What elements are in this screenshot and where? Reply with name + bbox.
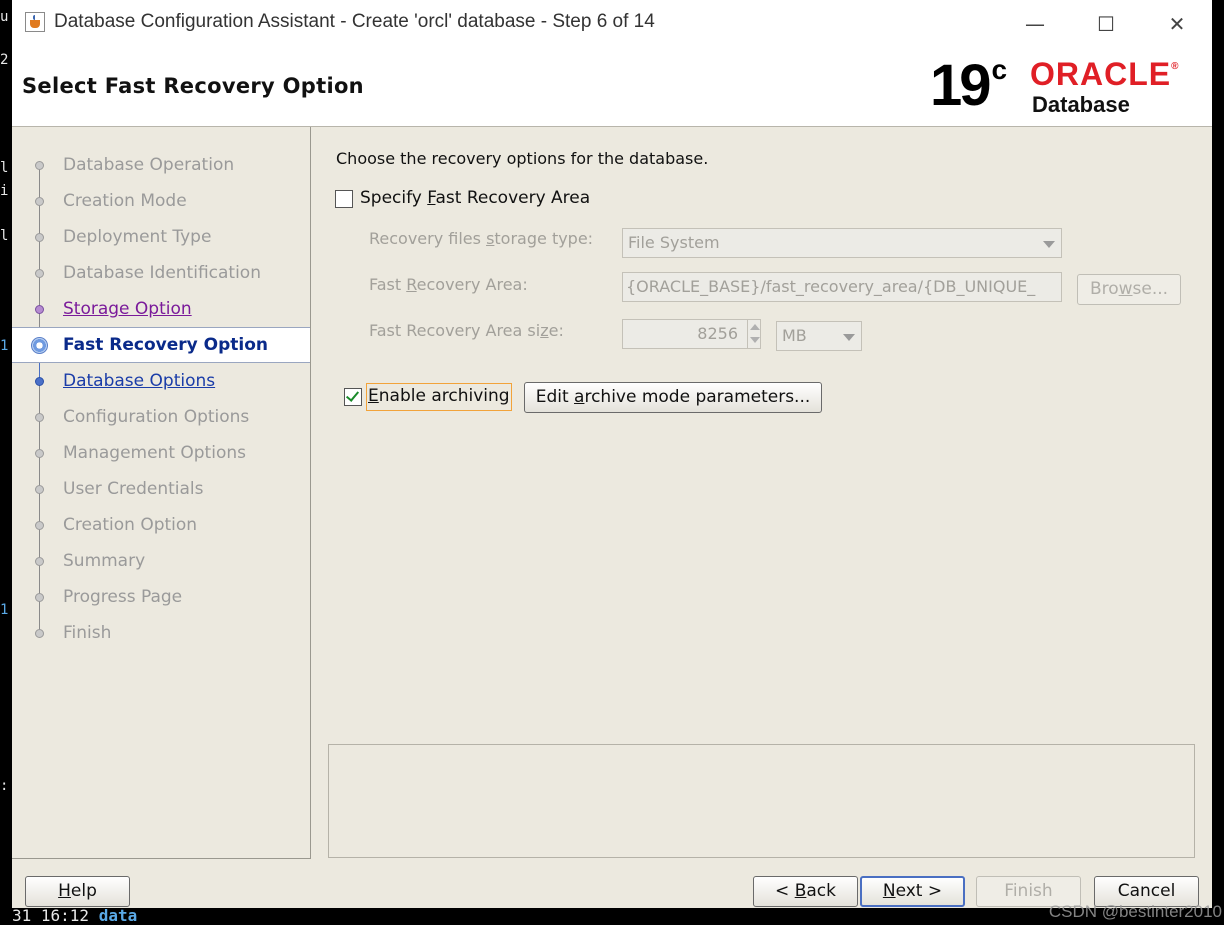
enable-archiving-label[interactable]: Enable archiving bbox=[366, 383, 512, 411]
java-app-icon bbox=[25, 12, 45, 32]
enable-archiving-checkbox[interactable] bbox=[344, 388, 362, 406]
terminal-prompt: 31 16:12 data bbox=[12, 906, 138, 925]
nav-step-deployment-type: Deployment Type bbox=[12, 219, 310, 255]
fra-size-input[interactable]: 8256 bbox=[622, 319, 761, 349]
database-logo-text: Database bbox=[1032, 92, 1130, 117]
spinner-down-icon[interactable] bbox=[750, 337, 760, 343]
message-pane bbox=[328, 744, 1195, 858]
step-dot-icon bbox=[35, 269, 44, 278]
current-step-icon bbox=[31, 337, 48, 354]
close-button[interactable]: ✕ bbox=[1154, 8, 1200, 40]
nav-step-management-options: Management Options bbox=[12, 435, 310, 471]
watermark-text: CSDN @bestinter2010 bbox=[1048, 902, 1222, 921]
step-dot-icon bbox=[35, 593, 44, 602]
fra-size-label: Fast Recovery Area size: bbox=[369, 321, 564, 340]
nav-step-database-options[interactable]: Database Options bbox=[12, 363, 310, 399]
nav-step-database-identification: Database Identification bbox=[12, 255, 310, 291]
storage-type-select[interactable]: File System bbox=[622, 228, 1062, 258]
step-dot-icon bbox=[35, 197, 44, 206]
title-bar[interactable]: Database Configuration Assistant - Creat… bbox=[12, 0, 1212, 46]
fra-size-unit-select[interactable]: MB bbox=[776, 321, 862, 351]
fra-size-spinner[interactable] bbox=[747, 320, 762, 348]
step-navigation: Database Operation Creation Mode Deploym… bbox=[12, 127, 311, 859]
page-title: Select Fast Recovery Option bbox=[22, 74, 364, 98]
version-logo: 19 c bbox=[930, 53, 1008, 118]
storage-type-label: Recovery files storage type: bbox=[369, 229, 594, 248]
specify-fra-checkbox[interactable] bbox=[335, 190, 353, 208]
nav-step-finish: Finish bbox=[12, 615, 310, 651]
step-dot-icon bbox=[35, 161, 44, 170]
nav-step-creation-option: Creation Option bbox=[12, 507, 310, 543]
fra-path-label: Fast Recovery Area: bbox=[369, 275, 528, 294]
nav-step-configuration-options: Configuration Options bbox=[12, 399, 310, 435]
instructions-text: Choose the recovery options for the data… bbox=[336, 149, 709, 168]
terminal-text: : bbox=[0, 778, 9, 794]
back-button[interactable]: < Back bbox=[753, 876, 858, 907]
fra-path-input[interactable]: {ORACLE_BASE}/fast_recovery_area/{DB_UNI… bbox=[622, 272, 1062, 302]
minimize-button[interactable]: — bbox=[1012, 8, 1058, 40]
step-dot-icon bbox=[35, 485, 44, 494]
edit-archive-params-button[interactable]: Edit archive mode parameters... bbox=[524, 382, 822, 413]
nav-step-fast-recovery-option[interactable]: Fast Recovery Option bbox=[12, 327, 310, 363]
terminal-text: 2 bbox=[0, 52, 9, 68]
browse-button[interactable]: Browse... bbox=[1077, 274, 1181, 305]
spinner-up-icon[interactable] bbox=[750, 324, 760, 330]
step-dot-icon bbox=[35, 233, 44, 242]
dbca-window: Database Configuration Assistant - Creat… bbox=[12, 0, 1212, 908]
nav-step-user-credentials: User Credentials bbox=[12, 471, 310, 507]
terminal-text: l bbox=[0, 160, 9, 176]
wizard-header: Select Fast Recovery Option 19 c ORACLE® … bbox=[12, 46, 1212, 127]
specify-fra-label[interactable]: Specify Fast Recovery Area bbox=[360, 188, 590, 208]
step-dot-icon bbox=[35, 629, 44, 638]
next-button[interactable]: Next > bbox=[860, 876, 965, 907]
terminal-text: 1 bbox=[0, 338, 9, 354]
nav-step-progress-page: Progress Page bbox=[12, 579, 310, 615]
chevron-down-icon bbox=[843, 334, 855, 341]
oracle-logo: ORACLE® bbox=[1030, 56, 1180, 92]
step-dot-icon bbox=[35, 521, 44, 530]
nav-step-creation-mode: Creation Mode bbox=[12, 183, 310, 219]
terminal-text: u bbox=[0, 9, 9, 25]
chevron-down-icon bbox=[1043, 241, 1055, 248]
nav-step-summary: Summary bbox=[12, 543, 310, 579]
step-dot-icon bbox=[35, 377, 44, 386]
terminal-text: i bbox=[0, 183, 9, 199]
step-dot-icon bbox=[35, 413, 44, 422]
terminal-text: 1 bbox=[0, 602, 9, 618]
terminal-text: l bbox=[0, 228, 9, 244]
help-button[interactable]: Help bbox=[25, 876, 130, 907]
window-title: Database Configuration Assistant - Creat… bbox=[54, 11, 655, 32]
step-dot-icon bbox=[35, 449, 44, 458]
nav-step-database-operation: Database Operation bbox=[12, 147, 310, 183]
maximize-button[interactable]: ☐ bbox=[1083, 8, 1129, 40]
step-dot-icon bbox=[35, 557, 44, 566]
step-dot-icon bbox=[35, 305, 44, 314]
nav-step-storage-option[interactable]: Storage Option bbox=[12, 291, 310, 327]
